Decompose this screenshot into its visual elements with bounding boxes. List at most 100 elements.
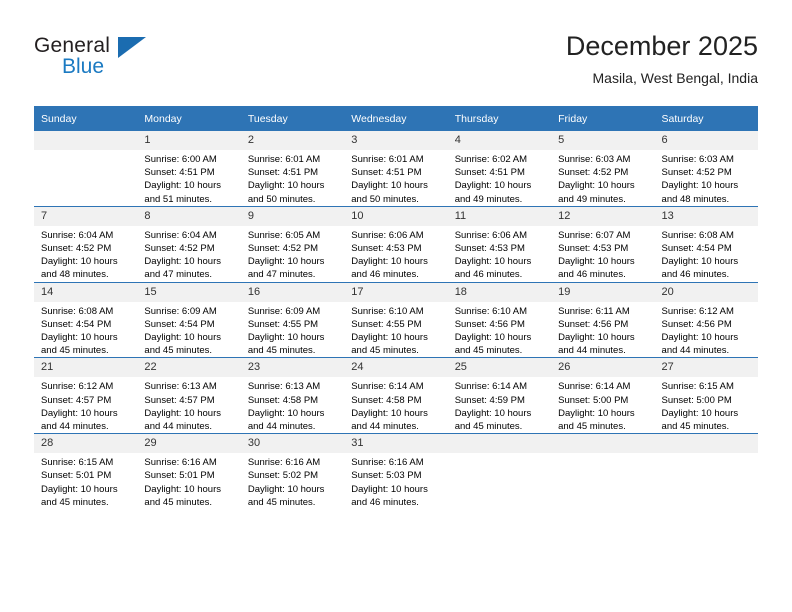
calendar-day-cell[interactable]: 14 Sunrise: 6:08 AM Sunset: 4:54 PM Dayligh… — [34, 281, 138, 358]
day-number: 30 — [240, 434, 345, 454]
day-sun-info: Sunrise: 6:16 AM Sunset: 5:02 PM Daylight:… — [241, 453, 344, 509]
day-sun-info: Sunrise: 6:15 AM Sunset: 5:01 PM Daylight:… — [34, 453, 137, 509]
sun-info-line: Daylight: 10 hours — [351, 483, 428, 495]
sun-info-line: and 46 minutes. — [454, 269, 523, 281]
day-number — [654, 434, 758, 454]
calendar-day-cell[interactable]: 9 Sunrise: 6:05 AM Sunset: 4:52 PM Daylight… — [240, 205, 345, 283]
sun-info-line: and 44 minutes. — [247, 421, 316, 433]
sun-info-line: and 45 minutes. — [454, 421, 523, 433]
sun-info-line: and 47 minutes. — [144, 269, 213, 281]
sun-info-line: Daylight: 10 hours — [558, 256, 635, 268]
sun-info-line: Sunset: 4:52 PM — [247, 243, 319, 255]
calendar-day-cell[interactable]: 11 Sunrise: 6:06 AM Sunset: 4:53 PM Dayligh… — [447, 205, 552, 283]
weekday-header-thursday: Thursday — [447, 106, 552, 131]
sun-info-line: and 49 minutes. — [454, 193, 523, 205]
day-number: 21 — [34, 358, 138, 378]
day-number — [34, 131, 138, 150]
day-sun-info: Sunrise: 6:07 AM Sunset: 4:53 PM Daylight:… — [551, 226, 654, 282]
sun-info-line: and 50 minutes. — [247, 193, 316, 205]
day-number: 5 — [551, 131, 655, 150]
sun-info-line: Sunset: 4:52 PM — [661, 167, 732, 179]
sun-info-line: and 46 minutes. — [351, 269, 419, 281]
day-number: 31 — [344, 434, 448, 454]
calendar-day-cell[interactable]: 26 Sunrise: 6:14 AM Sunset: 5:00 PM Dayligh… — [551, 357, 655, 434]
day-sun-info: Sunrise: 6:14 AM Sunset: 4:58 PM Daylight:… — [344, 377, 447, 433]
sun-info-line: Sunset: 5:00 PM — [661, 394, 732, 406]
sun-info-line: Sunset: 4:51 PM — [144, 167, 215, 179]
calendar-day-cell[interactable]: 1 Sunrise: 6:00 AM Sunset: 4:51 PM Daylight… — [137, 131, 241, 206]
calendar-day-cell[interactable]: 18 Sunrise: 6:10 AM Sunset: 4:56 PM Dayligh… — [447, 281, 552, 358]
calendar-day-cell[interactable]: 24 Sunrise: 6:14 AM Sunset: 4:58 PM Dayligh… — [344, 357, 448, 434]
calendar-day-cell[interactable]: 25 Sunrise: 6:14 AM Sunset: 4:59 PM Dayligh… — [447, 357, 552, 434]
calendar-empty-cell — [447, 433, 552, 510]
sun-info-line: Daylight: 10 hours — [454, 256, 532, 268]
calendar-day-cell[interactable]: 10 Sunrise: 6:06 AM Sunset: 4:53 PM Dayligh… — [344, 205, 448, 283]
calendar-day-cell[interactable]: 5 Sunrise: 6:03 AM Sunset: 4:52 PM Daylight… — [551, 131, 655, 206]
sun-info-line: Daylight: 10 hours — [247, 256, 325, 268]
sun-info-line: Daylight: 10 hours — [247, 332, 325, 344]
sun-info-line: Sunrise: 6:11 AM — [558, 305, 630, 317]
sun-info-line: Sunset: 4:57 PM — [144, 394, 215, 406]
sun-info-line: Sunset: 5:01 PM — [144, 470, 215, 482]
calendar-day-cell[interactable]: 28 Sunrise: 6:15 AM Sunset: 5:01 PM Dayligh… — [34, 433, 138, 510]
calendar-day-cell[interactable]: 2 Sunrise: 6:01 AM Sunset: 4:51 PM Daylight… — [240, 131, 345, 206]
day-sun-info: Sunrise: 6:14 AM Sunset: 4:59 PM Daylight:… — [448, 377, 551, 433]
calendar-empty-cell — [654, 433, 758, 510]
sun-info-line: Sunrise: 6:13 AM — [144, 381, 217, 393]
calendar-day-cell[interactable]: 6 Sunrise: 6:03 AM Sunset: 4:52 PM Daylight… — [654, 131, 758, 206]
sun-info-line: Daylight: 10 hours — [558, 407, 635, 419]
day-number: 16 — [240, 282, 345, 302]
calendar-day-cell[interactable]: 7 Sunrise: 6:04 AM Sunset: 4:52 PM Daylight… — [34, 205, 138, 283]
sun-info-line: Sunrise: 6:16 AM — [144, 457, 217, 469]
calendar-day-cell[interactable]: 8 Sunrise: 6:04 AM Sunset: 4:52 PM Daylight… — [137, 205, 241, 283]
sun-info-line: Daylight: 10 hours — [558, 332, 635, 344]
calendar-week-row: 28 Sunrise: 6:15 AM Sunset: 5:01 PM Dayligh… — [34, 433, 758, 510]
day-sun-info: Sunrise: 6:15 AM Sunset: 5:00 PM Daylight:… — [655, 377, 758, 433]
day-number: 10 — [344, 206, 448, 226]
day-sun-info: Sunrise: 6:14 AM Sunset: 5:00 PM Daylight:… — [551, 377, 654, 433]
sun-info-line: Sunrise: 6:12 AM — [41, 381, 114, 393]
sun-info-line: Sunrise: 6:16 AM — [351, 457, 424, 469]
day-number: 7 — [34, 206, 138, 226]
sun-info-line: Sunrise: 6:01 AM — [351, 154, 424, 165]
sun-info-line: Sunrise: 6:04 AM — [41, 229, 114, 241]
sun-info-line: and 46 minutes. — [351, 496, 419, 508]
sun-info-line: and 44 minutes. — [351, 421, 419, 433]
calendar-day-cell[interactable]: 19 Sunrise: 6:11 AM Sunset: 4:56 PM Dayligh… — [551, 281, 655, 358]
weekday-header-saturday: Saturday — [654, 106, 758, 131]
sun-info-line: Sunrise: 6:09 AM — [247, 305, 321, 317]
calendar-day-cell[interactable]: 4 Sunrise: 6:02 AM Sunset: 4:51 PM Daylight… — [447, 131, 552, 206]
sun-info-line: Daylight: 10 hours — [351, 332, 428, 344]
sun-info-line: Daylight: 10 hours — [144, 180, 221, 192]
calendar-day-cell[interactable]: 17 Sunrise: 6:10 AM Sunset: 4:55 PM Dayligh… — [344, 281, 448, 358]
sun-info-line: and 45 minutes. — [247, 496, 316, 508]
calendar-day-cell[interactable]: 16 Sunrise: 6:09 AM Sunset: 4:55 PM Dayligh… — [240, 281, 345, 358]
calendar-day-cell[interactable]: 22 Sunrise: 6:13 AM Sunset: 4:57 PM Dayligh… — [137, 357, 241, 434]
page-title: December 2025 — [565, 31, 758, 61]
calendar-day-cell[interactable]: 12 Sunrise: 6:07 AM Sunset: 4:53 PM Dayligh… — [551, 205, 655, 283]
sun-info-line: Sunset: 4:54 PM — [144, 318, 215, 330]
calendar-day-cell[interactable]: 27 Sunrise: 6:15 AM Sunset: 5:00 PM Dayligh… — [654, 357, 758, 434]
day-sun-info: Sunrise: 6:10 AM Sunset: 4:55 PM Daylight:… — [344, 302, 447, 358]
day-sun-info: Sunrise: 6:05 AM Sunset: 4:52 PM Daylight:… — [241, 226, 344, 282]
calendar-day-cell[interactable]: 31 Sunrise: 6:16 AM Sunset: 5:03 PM Dayligh… — [344, 433, 448, 510]
calendar-day-cell[interactable]: 15 Sunrise: 6:09 AM Sunset: 4:54 PM Dayligh… — [137, 281, 241, 358]
calendar-day-cell[interactable]: 29 Sunrise: 6:16 AM Sunset: 5:01 PM Dayligh… — [137, 433, 241, 510]
sun-info-line: Sunrise: 6:08 AM — [41, 305, 114, 317]
calendar-day-cell[interactable]: 30 Sunrise: 6:16 AM Sunset: 5:02 PM Dayligh… — [240, 433, 345, 510]
day-sun-info: Sunrise: 6:09 AM Sunset: 4:54 PM Daylight:… — [137, 302, 240, 358]
calendar-day-cell[interactable]: 3 Sunrise: 6:01 AM Sunset: 4:51 PM Daylight… — [344, 131, 448, 206]
calendar-day-cell[interactable]: 21 Sunrise: 6:12 AM Sunset: 4:57 PM Dayligh… — [34, 357, 138, 434]
day-number: 18 — [447, 282, 552, 302]
sun-info-line: and 45 minutes. — [41, 345, 109, 357]
day-number: 2 — [240, 131, 345, 150]
sun-info-line: Daylight: 10 hours — [247, 407, 325, 419]
sun-info-line: and 45 minutes. — [558, 421, 626, 433]
day-number: 11 — [447, 206, 552, 226]
generalblue-logo: General Blue — [34, 34, 164, 84]
calendar-day-cell[interactable]: 13 Sunrise: 6:08 AM Sunset: 4:54 PM Dayligh… — [654, 205, 758, 283]
sun-info-line: Sunrise: 6:10 AM — [351, 305, 424, 317]
calendar-day-cell[interactable]: 20 Sunrise: 6:12 AM Sunset: 4:56 PM Dayligh… — [654, 281, 758, 358]
sun-info-line: Sunrise: 6:08 AM — [661, 229, 734, 241]
calendar-day-cell[interactable]: 23 Sunrise: 6:13 AM Sunset: 4:58 PM Dayligh… — [240, 357, 345, 434]
